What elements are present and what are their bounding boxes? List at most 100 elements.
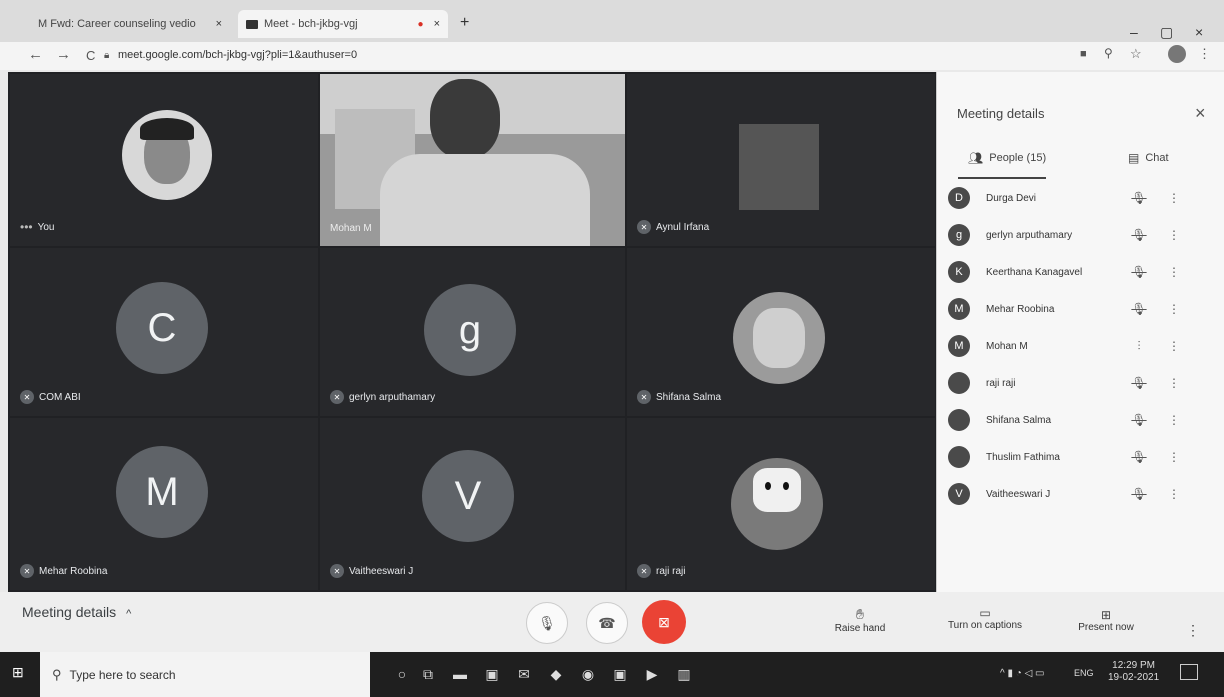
windows-start-icon[interactable]: ⊞ bbox=[12, 664, 28, 680]
participant-row[interactable]: raji raji 🎙︎ ⋮ bbox=[948, 365, 1210, 401]
url-field[interactable]: meet.google.com/bch-jkbg-vgj?pli=1&authu… bbox=[118, 49, 357, 61]
person-head bbox=[430, 79, 500, 159]
back-button[interactable]: ← bbox=[28, 46, 43, 63]
participant-tile-shifana[interactable]: ✕ Shifana Salma bbox=[627, 248, 935, 416]
participant-row[interactable]: g gerlyn arputhamary 🎙︎ ⋮ bbox=[948, 217, 1210, 253]
reload-button[interactable]: C bbox=[86, 48, 95, 63]
present-icon: ⊞ bbox=[1100, 608, 1112, 622]
meeting-details-toggle[interactable]: Meeting details ^ bbox=[22, 604, 131, 620]
participant-name: gerlyn arputhamary bbox=[986, 229, 1073, 241]
recording-dot-icon: ● bbox=[417, 18, 424, 30]
task-view-icon[interactable]: ⧉ bbox=[418, 664, 438, 684]
cortana-icon[interactable]: ○ bbox=[392, 664, 412, 684]
chrome-icon[interactable]: ◉ bbox=[578, 664, 598, 684]
microphone-button[interactable]: 🎙︎ bbox=[526, 602, 568, 644]
camera-off-icon: ⊠ bbox=[658, 613, 670, 630]
participant-row[interactable]: M Mehar Roobina 🎙︎ ⋮ bbox=[948, 291, 1210, 327]
store-icon[interactable]: ▣ bbox=[482, 664, 502, 684]
avatar bbox=[733, 292, 825, 384]
more-options-icon[interactable]: ⋮ bbox=[1168, 487, 1180, 501]
tab-meet[interactable]: Meet - bch-jkbg-vgj ● × bbox=[238, 10, 448, 38]
participant-tile-you[interactable]: ••• You bbox=[10, 74, 318, 246]
participant-row[interactable]: Shifana Salma 🎙︎ ⋮ bbox=[948, 402, 1210, 438]
search-icon: ⚲ bbox=[52, 666, 62, 682]
participant-name: Vaitheeswari J bbox=[986, 488, 1051, 500]
participant-tile-com-abi[interactable]: C ✕ COM ABI bbox=[10, 248, 318, 416]
zoom-icon[interactable]: ⚲ bbox=[1104, 46, 1113, 60]
more-options-icon[interactable]: ⋮ bbox=[1168, 376, 1180, 390]
close-window-button[interactable]: × bbox=[1195, 24, 1203, 40]
present-now-button[interactable]: ⊞ Present now bbox=[1066, 608, 1146, 633]
mail-icon[interactable]: ✉︎ bbox=[514, 664, 534, 684]
more-options-icon[interactable]: ⋮ bbox=[1168, 302, 1180, 316]
participant-name: Mehar Roobina bbox=[39, 565, 108, 577]
notifications-icon[interactable] bbox=[1180, 664, 1198, 680]
participant-row[interactable]: M Mohan M ⫶ ⋮ bbox=[948, 328, 1210, 364]
language-indicator[interactable]: ENG bbox=[1074, 668, 1094, 678]
profile-avatar[interactable] bbox=[1168, 45, 1186, 63]
more-options-icon[interactable]: ⋮ bbox=[1186, 622, 1200, 639]
hang-up-icon: ☎︎ bbox=[598, 614, 616, 631]
camera-app-icon[interactable]: ▣ bbox=[610, 664, 630, 684]
date: 19-02-2021 bbox=[1108, 672, 1160, 683]
system-tray-icons[interactable]: ^ ▮ ◔ ◁ ▭ bbox=[1000, 668, 1045, 679]
app-icon[interactable]: ▥ bbox=[674, 664, 694, 684]
leave-call-button[interactable]: ☎︎ bbox=[586, 602, 628, 644]
taskbar-search[interactable]: ⚲ Type here to search bbox=[40, 652, 370, 697]
more-options-icon[interactable]: ⋮ bbox=[1168, 228, 1180, 242]
bookmark-star-icon[interactable]: ☆ bbox=[1130, 46, 1142, 62]
participant-tile-mehar[interactable]: M ✕ Mehar Roobina bbox=[10, 418, 318, 590]
mic-off-icon: 🎙︎ bbox=[1131, 487, 1147, 501]
participant-name: Mehar Roobina bbox=[986, 303, 1055, 315]
camera-off-button[interactable]: ⊠ bbox=[642, 600, 686, 644]
more-options-icon[interactable]: ⋮ bbox=[1168, 265, 1180, 279]
participant-tile-mohan[interactable]: Mohan M bbox=[320, 74, 625, 246]
more-options-icon[interactable]: ⋮ bbox=[1168, 339, 1180, 353]
participant-tile-vaitheeswari[interactable]: V ✕ Vaitheeswari J bbox=[320, 418, 625, 590]
participant-row[interactable]: Thuslim Fathima 🎙︎ ⋮ bbox=[948, 439, 1210, 475]
new-tab-button[interactable]: + bbox=[460, 14, 469, 32]
more-options-icon[interactable]: ⋮ bbox=[1168, 413, 1180, 427]
microphone-icon: 🎙︎ bbox=[538, 614, 556, 631]
close-panel-button[interactable]: × bbox=[1195, 103, 1206, 124]
participant-row[interactable]: D Durga Devi 🎙︎ ⋮ bbox=[948, 180, 1210, 216]
close-tab-icon[interactable]: × bbox=[216, 18, 222, 30]
more-options-icon[interactable]: ⋮ bbox=[1168, 450, 1180, 464]
camera-icon[interactable]: ■ bbox=[1080, 48, 1087, 60]
media-player-icon[interactable]: ▶ bbox=[642, 664, 662, 684]
tab-gmail[interactable]: M Fwd: Career counseling vedio - ... × bbox=[30, 12, 230, 36]
participant-tile-gerlyn[interactable]: g ✕ gerlyn arputhamary bbox=[320, 248, 625, 416]
mic-off-icon: ✕ bbox=[330, 390, 344, 404]
tab-people[interactable]: 👥︎ People (15) bbox=[968, 151, 1046, 165]
participant-name: Keerthana Kanagavel bbox=[986, 266, 1083, 278]
clock[interactable]: 12:29 PM 19-02-2021 bbox=[1108, 660, 1159, 684]
mic-off-icon: 🎙︎ bbox=[1131, 413, 1147, 427]
minimize-button[interactable]: – bbox=[1130, 24, 1138, 40]
forward-button[interactable]: → bbox=[56, 46, 71, 63]
close-tab-icon[interactable]: × bbox=[434, 18, 440, 30]
shield-icon[interactable]: ◆ bbox=[546, 664, 566, 684]
chevron-up-icon: ^ bbox=[126, 608, 132, 620]
mic-off-icon: ✕ bbox=[330, 564, 344, 578]
maximize-button[interactable]: ▢ bbox=[1160, 24, 1173, 41]
more-options-icon[interactable]: ⋮ bbox=[1168, 191, 1180, 205]
participant-row[interactable]: V Vaitheeswari J 🎙︎ ⋮ bbox=[948, 476, 1210, 512]
person-body bbox=[380, 154, 590, 246]
tab-chat[interactable]: ▤ Chat bbox=[1128, 151, 1169, 165]
avatar bbox=[948, 372, 970, 394]
browser-menu-icon[interactable]: ⋮ bbox=[1198, 46, 1211, 62]
avatar bbox=[948, 409, 970, 431]
raise-hand-button[interactable]: ✋︎ Raise hand bbox=[830, 606, 890, 634]
avatar: M bbox=[116, 446, 208, 538]
participant-name: You bbox=[37, 221, 55, 233]
participant-name: Shifana Salma bbox=[986, 414, 1052, 426]
participant-name: Durga Devi bbox=[986, 192, 1037, 204]
participant-tile-raji[interactable]: ✕ raji raji bbox=[627, 418, 935, 590]
mic-off-icon: ✕ bbox=[20, 564, 34, 578]
captions-button[interactable]: ▭ Turn on captions bbox=[930, 606, 1040, 631]
participant-tile-aynul[interactable]: ✕ Aynul Irfana bbox=[627, 74, 935, 246]
participant-row[interactable]: K Keerthana Kanagavel 🎙︎ ⋮ bbox=[948, 254, 1210, 290]
avatar: D bbox=[948, 187, 970, 209]
tab-label: Meet - bch-jkbg-vgj bbox=[264, 18, 358, 30]
app-icon[interactable]: ▬ bbox=[450, 664, 470, 684]
